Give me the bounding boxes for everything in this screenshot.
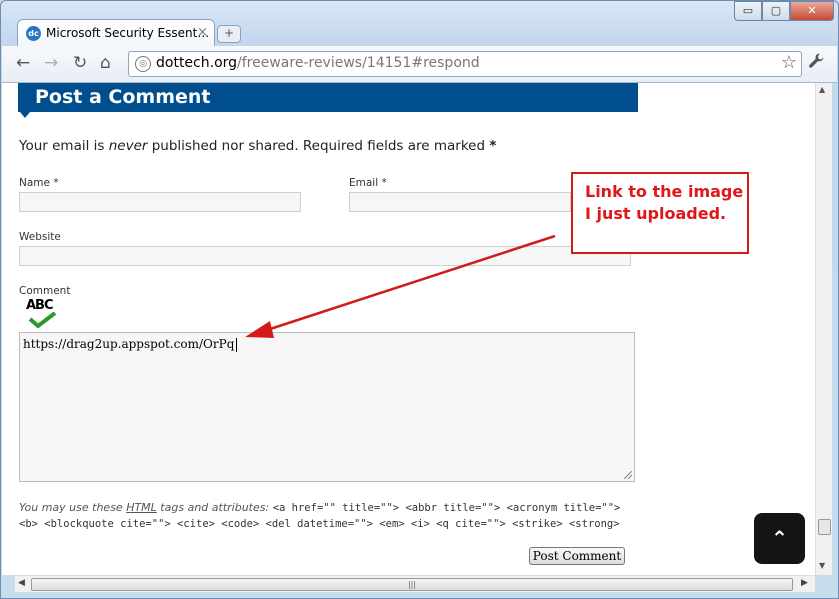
tab-title: Microsoft Security Essent…: [46, 26, 210, 40]
horizontal-scroll-thumb[interactable]: |||: [31, 578, 793, 591]
browser-toolbar: ← → ↻ ⌂ ◎ dottech.org/freeware-reviews/1…: [2, 46, 837, 83]
page-viewport: Post a Comment Your email is never publi…: [2, 83, 815, 575]
annotation-arrow-icon: [245, 234, 556, 338]
url-path: /freeware-reviews/14151#respond: [237, 55, 480, 71]
globe-icon: ◎: [135, 56, 151, 72]
maximize-button[interactable]: ▢: [762, 1, 790, 21]
vertical-scroll-thumb[interactable]: [818, 519, 831, 535]
horizontal-scrollbar[interactable]: ◀ ||| ▶: [15, 575, 815, 592]
scroll-up-icon[interactable]: ▲: [819, 85, 825, 94]
vertical-scrollbar[interactable]: ▲ ▼: [815, 83, 832, 575]
minimize-button[interactable]: ▭: [734, 1, 762, 21]
close-window-button[interactable]: ✕: [790, 1, 834, 21]
url-host: dottech.org: [156, 55, 238, 71]
back-to-top-button[interactable]: ⌃: [754, 513, 805, 564]
site-favicon-icon: dc: [26, 26, 41, 41]
browser-window: dc Microsoft Security Essent… × + ▭ ▢ ✕ …: [0, 0, 839, 599]
reload-icon[interactable]: ↻: [73, 53, 87, 73]
scroll-left-icon[interactable]: ◀: [18, 578, 25, 588]
bookmark-star-icon[interactable]: ☆: [781, 52, 797, 73]
scroll-right-icon[interactable]: ▶: [801, 578, 808, 588]
address-bar[interactable]: ◎ dottech.org/freeware-reviews/14151#res…: [128, 51, 802, 77]
wrench-menu-icon[interactable]: [808, 52, 826, 75]
back-arrow-icon[interactable]: ←: [16, 53, 30, 73]
url-text: dottech.org/freeware-reviews/14151#respo…: [156, 55, 480, 71]
home-icon[interactable]: ⌂: [100, 53, 111, 73]
forward-arrow-icon[interactable]: →: [44, 53, 58, 73]
scroll-down-icon[interactable]: ▼: [819, 561, 825, 570]
new-tab-button[interactable]: +: [217, 25, 241, 43]
window-controls: ▭ ▢ ✕: [734, 1, 834, 21]
tab-close-icon[interactable]: ×: [197, 25, 208, 40]
browser-tab[interactable]: dc Microsoft Security Essent… ×: [17, 19, 215, 46]
